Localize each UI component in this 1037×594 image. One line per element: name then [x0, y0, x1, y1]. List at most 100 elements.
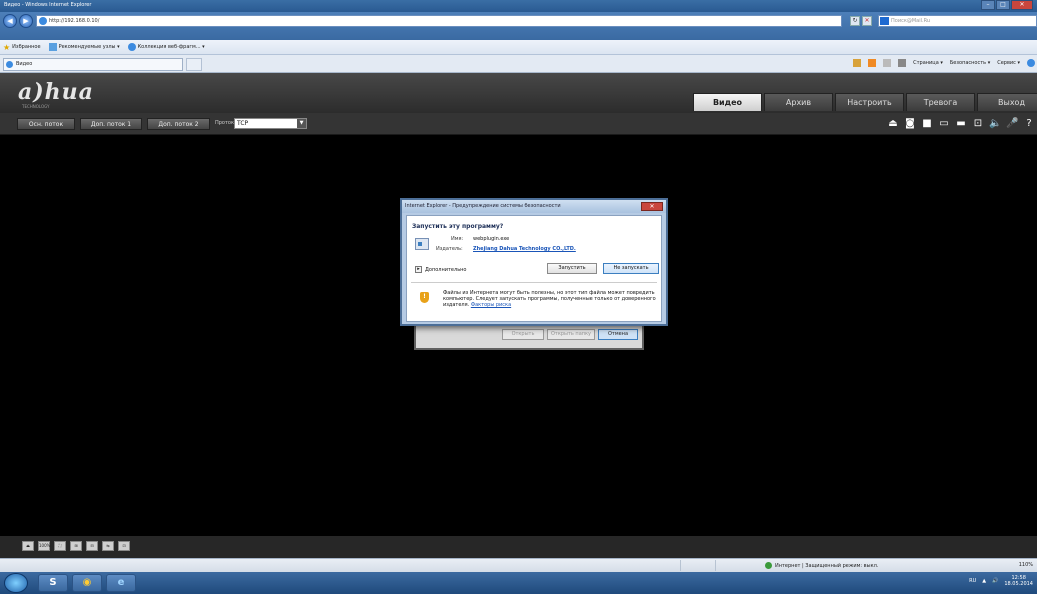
- language-indicator[interactable]: RU: [969, 578, 976, 584]
- print-icon[interactable]: [898, 59, 907, 67]
- stop-icon[interactable]: ✕: [862, 16, 872, 26]
- ie-icon: [127, 43, 136, 51]
- maximize-button[interactable]: □: [996, 0, 1010, 10]
- tab-video[interactable]: Видео: [693, 93, 762, 111]
- back-button[interactable]: ◀: [3, 14, 17, 28]
- home-icon[interactable]: [853, 59, 862, 67]
- volume-icon[interactable]: 🔊: [992, 578, 998, 584]
- tool-layout1-icon[interactable]: ⊞: [70, 541, 82, 551]
- feeds-icon[interactable]: [868, 59, 877, 67]
- window-controls: – □ ✕: [981, 0, 1033, 10]
- refresh-icon[interactable]: ↻: [850, 16, 860, 26]
- clock-date: 18.05.2014: [1004, 581, 1033, 587]
- new-tab-button[interactable]: [186, 58, 202, 71]
- tools-menu[interactable]: Сервис ▾: [997, 60, 1020, 66]
- system-tray: RU ▲ 🔊 12:58 18.05.2014: [969, 575, 1033, 587]
- tray-arrow-icon[interactable]: ▲: [982, 578, 986, 584]
- more-options-toggle[interactable]: ▸ Дополнительно: [415, 266, 466, 273]
- bottom-toolbar: ⏏ 100% ⛶ ⊞ ⊟ ⇆ ⊡: [0, 536, 1037, 558]
- tab-label: Видео: [16, 61, 33, 67]
- run-button[interactable]: Запустить: [547, 263, 597, 274]
- tab-logout[interactable]: Выход: [977, 93, 1037, 111]
- help-icon[interactable]: [1027, 59, 1035, 67]
- dialog-body: Запустить эту программу? Имя: webplugin.…: [406, 215, 662, 322]
- tool-layout2-icon[interactable]: ⊟: [86, 541, 98, 551]
- security-warning-dialog: Internet Explorer - Предупреждение систе…: [400, 198, 668, 326]
- record-icon[interactable]: ■: [921, 118, 933, 130]
- tool-switch-icon[interactable]: ⇆: [102, 541, 114, 551]
- protocol-value: TCP: [237, 120, 249, 127]
- user-icon[interactable]: ⏏: [887, 118, 899, 130]
- protocol-select[interactable]: TCP ▼: [234, 118, 307, 129]
- shield-warning-icon: !: [420, 292, 429, 303]
- fav-item-webslices[interactable]: Коллекция веб-фрагм... ▾: [127, 43, 205, 51]
- cancel-button[interactable]: Отмена: [598, 329, 638, 340]
- snapshot-icon[interactable]: ◙: [904, 118, 916, 130]
- ie-icon: [6, 61, 13, 68]
- help-icon[interactable]: ?: [1023, 118, 1035, 130]
- ie-taskbar-icon[interactable]: e: [106, 574, 136, 592]
- skype-icon[interactable]: S: [38, 574, 68, 592]
- open-button[interactable]: Открыть: [502, 329, 544, 340]
- risk-factors-link[interactable]: Факторы риска: [471, 302, 511, 308]
- video-tools: ⏏ ◙ ■ ▭ ▬ ⊡ 🔈 🎤 ?: [887, 118, 1035, 130]
- main-stream-button[interactable]: Осн. поток: [17, 118, 75, 130]
- chrome-icon[interactable]: ◉: [72, 574, 102, 592]
- search-placeholder: Поиск@Mail.Ru: [891, 18, 931, 24]
- publisher-link[interactable]: Zhejiang Dahua Technology CO.,LTD.: [473, 246, 576, 252]
- zoom-icon[interactable]: ⊡: [972, 118, 984, 130]
- zoom-level[interactable]: 110%: [1019, 562, 1033, 568]
- status-divider: [680, 560, 681, 571]
- dahua-logo: a)hua: [18, 79, 94, 105]
- mailru-icon: [880, 17, 889, 25]
- open-folder-button[interactable]: Открыть папку: [547, 329, 595, 340]
- fav-item-recommended[interactable]: Рекомендуемые узлы ▾: [48, 43, 120, 51]
- speaker-icon[interactable]: 🔈: [989, 118, 1001, 130]
- stream-bar: Осн. поток Доп. поток 1 Доп. поток 2 Про…: [0, 113, 1037, 135]
- sub-stream-2-button[interactable]: Доп. поток 2: [147, 118, 210, 130]
- tab-alarm[interactable]: Тревога: [906, 93, 975, 111]
- tab-settings[interactable]: Настроить: [835, 93, 904, 111]
- fav-item-label: Коллекция веб-фрагм... ▾: [137, 44, 205, 50]
- tool-fit-icon[interactable]: ⊡: [118, 541, 130, 551]
- minimize-button[interactable]: –: [981, 0, 995, 10]
- safety-menu[interactable]: Безопасность ▾: [950, 60, 990, 66]
- address-bar-row: ◀ ▶ http://192.168.0.10/ ↻ ✕ Поиск@Mail.…: [0, 12, 1037, 40]
- app-header: a)hua TECHNOLOGY Видео Архив Настроить Т…: [0, 73, 1037, 113]
- command-bar: Страница ▾ Безопасность ▾ Сервис ▾: [853, 59, 1035, 67]
- status-divider: [715, 560, 716, 571]
- favorites-bar: ★ Избранное Рекомендуемые узлы ▾ Коллекц…: [0, 40, 1037, 55]
- window-title: Видео - Windows Internet Explorer: [4, 2, 92, 8]
- page-menu[interactable]: Страница ▾: [913, 60, 943, 66]
- warning-text-block: Файлы из Интернета могут быть полезны, н…: [443, 290, 658, 308]
- image-icon[interactable]: ▭: [938, 118, 950, 130]
- favorites-button[interactable]: ★ Избранное: [3, 43, 41, 52]
- close-button[interactable]: ✕: [1011, 0, 1033, 10]
- program-icon: [415, 238, 429, 250]
- dialog-close-button[interactable]: ✕: [641, 202, 663, 211]
- status-bar: Интернет | Защищенный режим: выкл. 110%: [0, 558, 1037, 572]
- tool-100-percent[interactable]: 100%: [38, 541, 50, 551]
- sub-stream-1-button[interactable]: Доп. поток 1: [80, 118, 142, 130]
- fav-item-label: Рекомендуемые узлы ▾: [58, 44, 120, 50]
- start-button[interactable]: [4, 573, 28, 593]
- window-titlebar: Видео - Windows Internet Explorer – □ ✕: [0, 0, 1037, 12]
- chevron-down-icon: ▼: [297, 119, 306, 128]
- video-clip-icon[interactable]: ▬: [955, 118, 967, 130]
- security-zone[interactable]: Интернет | Защищенный режим: выкл.: [765, 562, 878, 569]
- browser-tab[interactable]: Видео: [3, 58, 183, 71]
- tool-eject-icon[interactable]: ⏏: [22, 541, 34, 551]
- tool-fullscreen-icon[interactable]: ⛶: [54, 541, 66, 551]
- clock[interactable]: 12:58 18.05.2014: [1004, 575, 1033, 587]
- ie-icon: [39, 17, 47, 25]
- more-options-label: Дополнительно: [425, 266, 467, 273]
- address-input[interactable]: http://192.168.0.10/: [36, 15, 842, 27]
- globe-icon: [765, 562, 772, 569]
- forward-button[interactable]: ▶: [19, 14, 33, 28]
- mail-icon[interactable]: [883, 59, 892, 67]
- logo-subtitle: TECHNOLOGY: [22, 104, 50, 109]
- microphone-icon[interactable]: 🎤: [1006, 118, 1018, 130]
- search-input[interactable]: Поиск@Mail.Ru: [878, 15, 1037, 27]
- dont-run-button[interactable]: Не запускать: [603, 263, 659, 274]
- tab-archive[interactable]: Архив: [764, 93, 833, 111]
